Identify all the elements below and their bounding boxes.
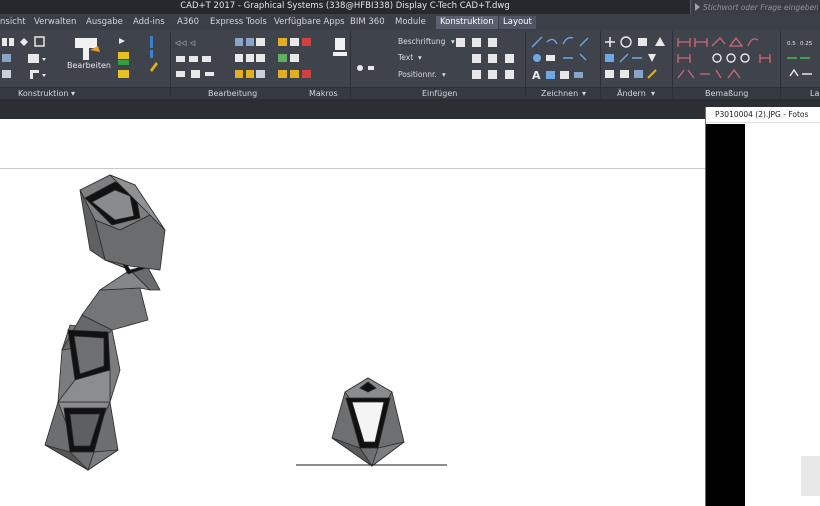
svg-text:A: A <box>532 69 541 82</box>
positionnr-dropdown[interactable]: Positionnr. <box>398 70 437 79</box>
group-makros: Makros <box>309 89 338 98</box>
group-bemassung: Bemaßung <box>705 89 749 98</box>
tab-verwalten[interactable]: Verwalten <box>34 16 76 29</box>
help-search-box[interactable] <box>690 0 820 14</box>
tab-ansicht[interactable]: nsicht <box>0 16 26 29</box>
group-einfuegen: Einfügen <box>422 89 458 98</box>
einfuegen-tools[interactable] <box>456 38 514 79</box>
group-konstruktion-chevron-icon: ▾ <box>71 89 76 98</box>
beschriftung-dropdown[interactable]: Beschriftung <box>398 37 445 46</box>
dim-label-025: 0.25 <box>800 41 813 47</box>
separator <box>170 31 171 98</box>
drawing-boundary-line <box>0 168 706 169</box>
window-title: CAD+T 2017 - Graphical Systems (338@HFBI… <box>180 1 510 11</box>
tab-ausgabe[interactable]: Ausgabe <box>86 16 123 29</box>
search-input[interactable] <box>703 1 818 13</box>
title-bar: CAD+T 2017 - Graphical Systems (338@HFBI… <box>0 0 820 14</box>
small-tetrahedral-object[interactable] <box>331 377 405 468</box>
beschriftung-chevron-icon: ▾ <box>451 37 455 46</box>
group-aendern[interactable]: Ändern <box>617 89 646 98</box>
tab-add-ins[interactable]: Add-ins <box>133 16 165 29</box>
ribbon-group-labels: Konstruktion ▾ Bearbeitung Makros Einfüg… <box>0 87 820 99</box>
photos-viewer-window[interactable]: P3010004 (2).JPG - Fotos <box>705 107 820 506</box>
group-aendern-chevron-icon: ▾ <box>651 89 656 98</box>
konstruktion-tools[interactable] <box>2 36 46 79</box>
search-arrow-icon <box>695 3 700 11</box>
text-dropdown[interactable]: Text <box>398 53 413 62</box>
tab-express-tools[interactable]: Express Tools <box>210 16 267 29</box>
separator <box>525 31 526 98</box>
dim-label-05: 0.5 <box>787 41 796 47</box>
group-zeichnen-chevron-icon: ▾ <box>582 89 587 98</box>
group-konstruktion[interactable]: Konstruktion <box>18 89 68 98</box>
group-bearbeitung: Bearbeitung <box>208 89 258 98</box>
ribbon-tab-bar: nsicht Verwalten Ausgabe Add-ins A360 Ex… <box>0 14 820 39</box>
photo-image-area[interactable] <box>706 124 745 506</box>
tab-konstruktion[interactable]: Konstruktion <box>436 16 498 29</box>
tall-tetrahedral-sculpture[interactable] <box>44 174 166 471</box>
positionnr-chevron-icon: ▾ <box>442 70 446 79</box>
tab-module[interactable]: Module <box>395 16 426 29</box>
photos-title-bar[interactable]: P3010004 (2).JPG - Fotos <box>706 107 820 123</box>
photo-scroll-handle[interactable] <box>801 456 820 496</box>
tab-layout[interactable]: Layout <box>499 16 536 29</box>
group-zeichnen[interactable]: Zeichnen <box>541 89 578 98</box>
bearbeiten-label[interactable]: Bearbeiten <box>67 61 111 70</box>
separator <box>672 31 673 98</box>
bearbeitung-tools[interactable]: ᐊᐊ ᐊ <box>175 38 374 78</box>
separator <box>600 31 601 98</box>
tab-bim-360[interactable]: BIM 360 <box>350 16 385 29</box>
document-tab-strip <box>0 99 820 119</box>
svg-text:ᐊᐊ ᐊ: ᐊᐊ ᐊ <box>175 39 196 48</box>
bemassung-tools[interactable]: 0.5 0.25 <box>677 36 813 79</box>
zeichnen-tools[interactable]: A <box>531 36 589 82</box>
aendern-tools[interactable] <box>605 36 665 79</box>
tab-a360[interactable]: A360 <box>177 16 199 29</box>
text-chevron-icon: ▾ <box>418 53 422 62</box>
tab-verfuegbare-apps[interactable]: Verfügbare Apps <box>274 16 345 29</box>
model-view[interactable] <box>0 170 705 490</box>
separator <box>780 31 781 98</box>
separator <box>350 31 351 98</box>
bearbeiten-icon[interactable] <box>75 36 158 78</box>
photos-title: P3010004 (2).JPG - Fotos <box>715 110 809 119</box>
group-layer: La <box>810 89 820 98</box>
photo-image-light-area[interactable] <box>745 124 820 506</box>
